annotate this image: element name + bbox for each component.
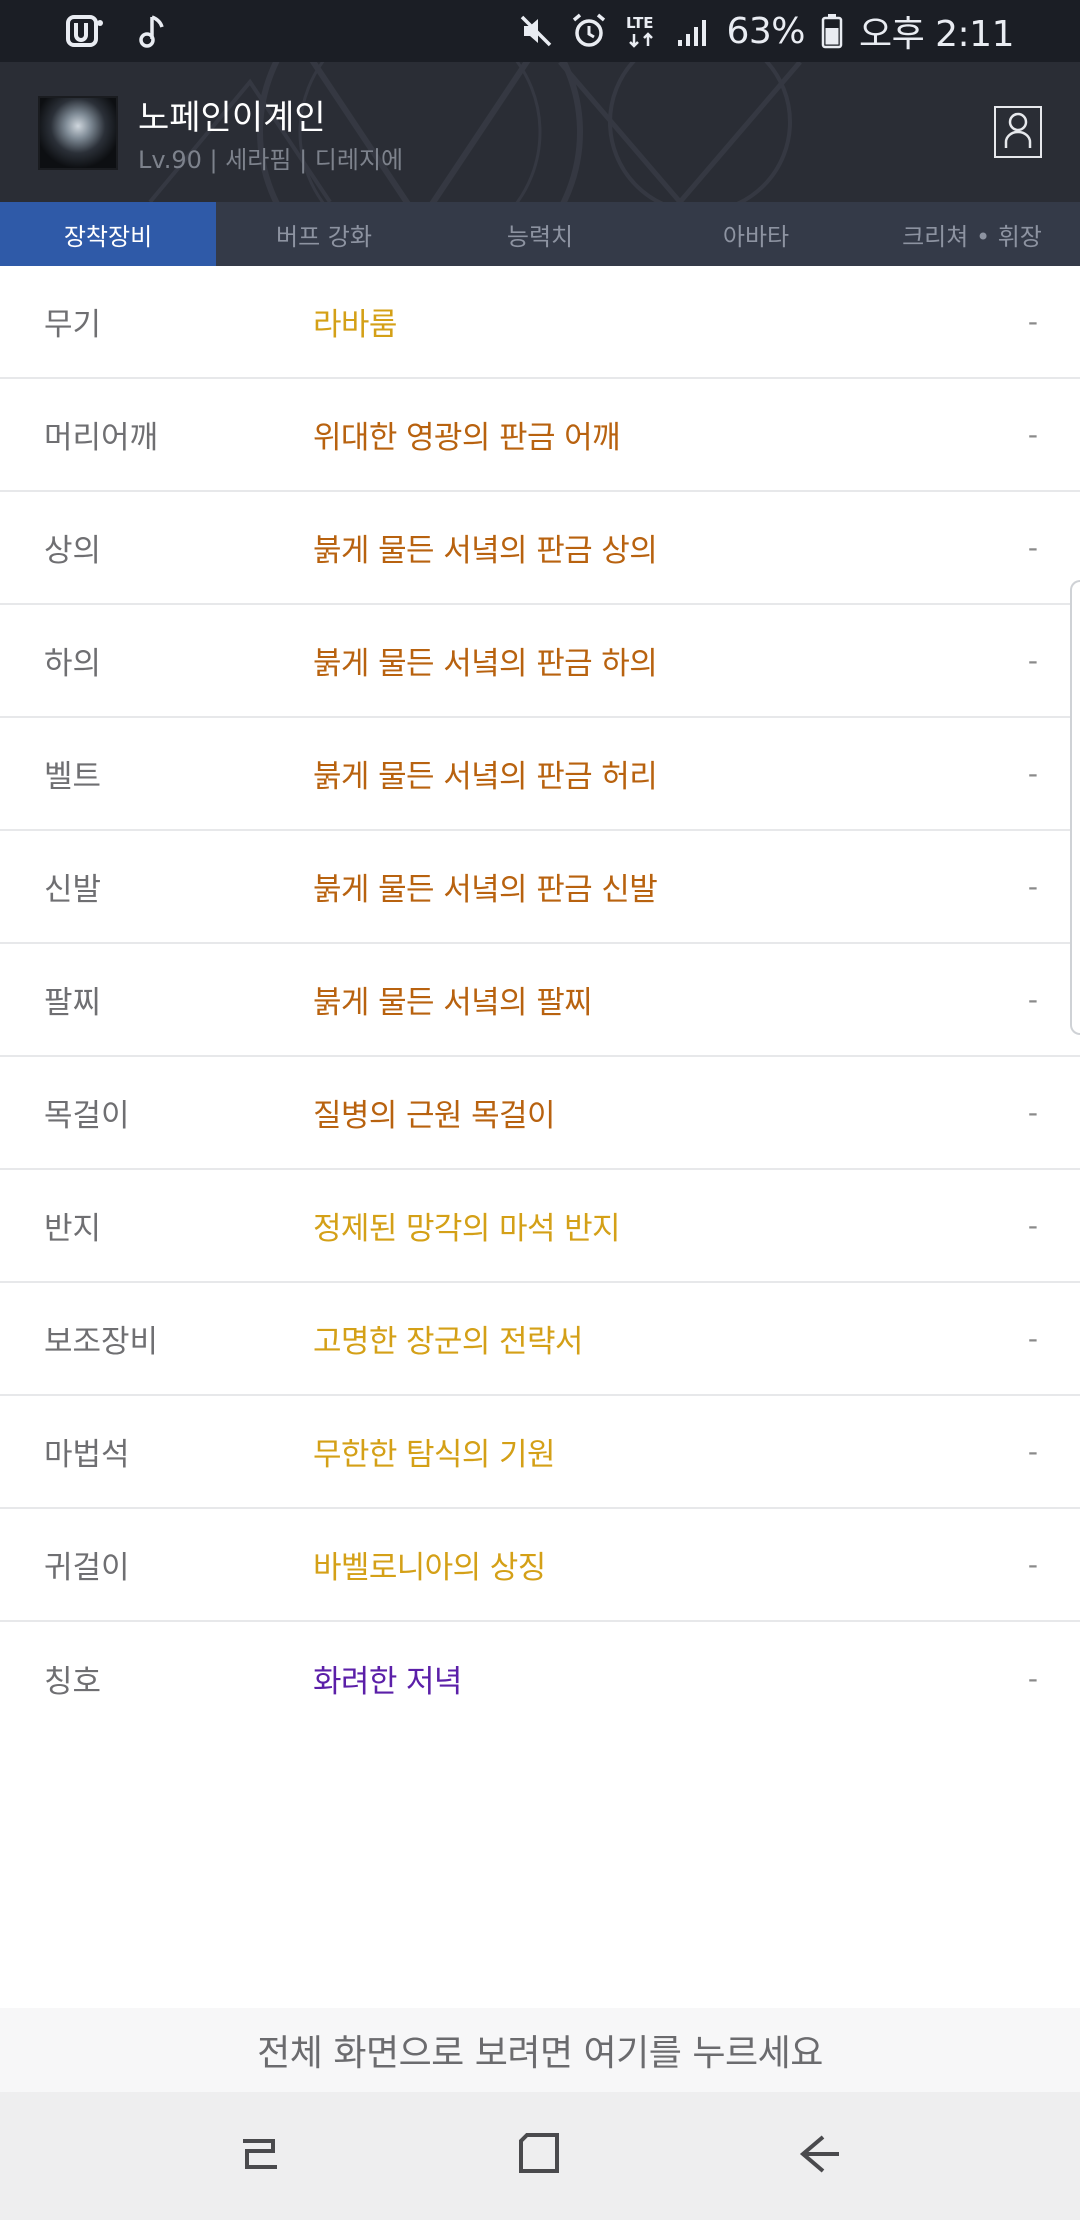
equipment-row[interactable]: 귀걸이 바벨로니아의 상징 -	[0, 1509, 1080, 1622]
status-bar: LTE 63% 오후 2:11	[0, 0, 1080, 62]
tab-equipment[interactable]: 장착장비	[0, 202, 216, 266]
item-name[interactable]: 붉게 물든 서녘의 판금 신발	[313, 864, 658, 909]
item-value: -	[1027, 305, 1038, 338]
equipment-row[interactable]: 무기 라바룸 -	[0, 266, 1080, 379]
alarm-icon	[570, 11, 608, 51]
tab-stats[interactable]: 능력치	[432, 202, 648, 266]
app-root: LTE 63% 오후 2:11 노페인이계인 Lv.90 | 세라핌 | 디레지…	[0, 0, 1080, 2220]
character-name: 노페인이계인	[138, 98, 326, 138]
item-name[interactable]: 질병의 근원 목걸이	[313, 1090, 555, 1135]
item-value: -	[1027, 1548, 1038, 1581]
equipment-row[interactable]: 벨트 붉게 물든 서녘의 판금 허리 -	[0, 718, 1080, 831]
item-name[interactable]: 화려한 저녁	[313, 1656, 462, 1701]
clock: 오후 2:11	[858, 14, 1015, 55]
app-icon	[66, 11, 106, 51]
slot-label: 신발	[44, 872, 102, 908]
slot-label: 팔찌	[44, 985, 102, 1021]
slot-label: 상의	[44, 533, 102, 569]
slot-label: 목걸이	[44, 1098, 130, 1134]
profile-header: 노페인이계인 Lv.90 | 세라핌 | 디레지에	[0, 62, 1080, 202]
slot-label: 칭호	[44, 1664, 102, 1700]
item-value: -	[1027, 983, 1038, 1016]
equipment-list: 무기 라바룸 - 머리어깨 위대한 영광의 판금 어깨 - 상의 붉게 물든 서…	[0, 266, 1080, 1735]
battery-percent: 63%	[726, 10, 805, 52]
recent-apps-icon	[235, 2129, 285, 2183]
back-button[interactable]	[780, 2116, 860, 2196]
slot-label: 머리어깨	[44, 420, 159, 456]
music-note-icon	[138, 11, 168, 51]
home-button[interactable]	[500, 2116, 580, 2196]
slot-label: 귀걸이	[44, 1550, 130, 1586]
item-value: -	[1027, 1662, 1038, 1695]
item-value: -	[1027, 870, 1038, 903]
user-icon	[1003, 110, 1033, 154]
character-avatar[interactable]	[38, 96, 118, 170]
tab-buff-enhance[interactable]: 버프 강화	[216, 202, 432, 266]
item-value: -	[1027, 644, 1038, 677]
item-name[interactable]: 무한한 탐식의 기원	[313, 1429, 555, 1474]
item-name[interactable]: 붉게 물든 서녘의 팔찌	[313, 977, 593, 1022]
back-icon	[795, 2129, 845, 2183]
item-value: -	[1027, 531, 1038, 564]
item-name[interactable]: 고명한 장군의 전략서	[313, 1316, 583, 1361]
equipment-row[interactable]: 칭호 화려한 저녁 -	[0, 1622, 1080, 1735]
slot-label: 하의	[44, 646, 102, 682]
signal-icon	[676, 11, 710, 51]
item-name[interactable]: 붉게 물든 서녘의 판금 상의	[313, 525, 658, 570]
slot-label: 반지	[44, 1211, 102, 1247]
item-name[interactable]: 위대한 영광의 판금 어깨	[313, 412, 621, 457]
navigation-bar	[0, 2092, 1080, 2220]
equipment-row[interactable]: 신발 붉게 물든 서녘의 판금 신발 -	[0, 831, 1080, 944]
item-value: -	[1027, 1096, 1038, 1129]
item-value: -	[1027, 1435, 1038, 1468]
equipment-row[interactable]: 목걸이 질병의 근원 목걸이 -	[0, 1057, 1080, 1170]
tab-avatar[interactable]: 아바타	[648, 202, 864, 266]
character-info: Lv.90 | 세라핌 | 디레지에	[138, 146, 404, 174]
equipment-row[interactable]: 팔찌 붉게 물든 서녘의 팔찌 -	[0, 944, 1080, 1057]
item-name[interactable]: 바벨로니아의 상징	[313, 1542, 546, 1587]
slot-label: 무기	[44, 307, 102, 343]
item-name[interactable]: 정제된 망각의 마석 반지	[313, 1203, 621, 1248]
item-name[interactable]: 라바룸	[313, 299, 397, 344]
slot-label: 보조장비	[44, 1324, 159, 1360]
item-value: -	[1027, 418, 1038, 451]
equipment-row[interactable]: 머리어깨 위대한 영광의 판금 어깨 -	[0, 379, 1080, 492]
item-name[interactable]: 붉게 물든 서녘의 판금 허리	[313, 751, 658, 796]
tab-bar: 장착장비 버프 강화 능력치 아바타 크리쳐 • 휘장	[0, 202, 1080, 266]
equipment-row[interactable]: 반지 정제된 망각의 마석 반지 -	[0, 1170, 1080, 1283]
item-name[interactable]: 붉게 물든 서녘의 판금 하의	[313, 638, 658, 683]
equipment-row[interactable]: 마법석 무한한 탐식의 기원 -	[0, 1396, 1080, 1509]
home-icon	[515, 2129, 565, 2183]
lte-icon: LTE	[624, 11, 660, 51]
profile-button[interactable]	[994, 106, 1042, 158]
fullscreen-banner[interactable]: 전체 화면으로 보려면 여기를 누르세요	[0, 2008, 1080, 2092]
equipment-row[interactable]: 보조장비 고명한 장군의 전략서 -	[0, 1283, 1080, 1396]
item-value: -	[1027, 757, 1038, 790]
recent-apps-button[interactable]	[220, 2116, 300, 2196]
item-value: -	[1027, 1322, 1038, 1355]
battery-icon	[821, 11, 843, 51]
status-right: LTE 63% 오후 2:11	[518, 5, 1015, 57]
slot-label: 마법석	[44, 1437, 130, 1473]
mute-icon	[518, 11, 554, 51]
equipment-row[interactable]: 하의 붉게 물든 서녘의 판금 하의 -	[0, 605, 1080, 718]
equipment-row[interactable]: 상의 붉게 물든 서녘의 판금 상의 -	[0, 492, 1080, 605]
status-left	[66, 11, 168, 51]
edge-panel-handle[interactable]	[1070, 580, 1080, 1035]
tab-creature-emblem[interactable]: 크리쳐 • 휘장	[864, 202, 1080, 266]
slot-label: 벨트	[44, 759, 102, 795]
svg-text:LTE: LTE	[626, 14, 654, 32]
item-value: -	[1027, 1209, 1038, 1242]
